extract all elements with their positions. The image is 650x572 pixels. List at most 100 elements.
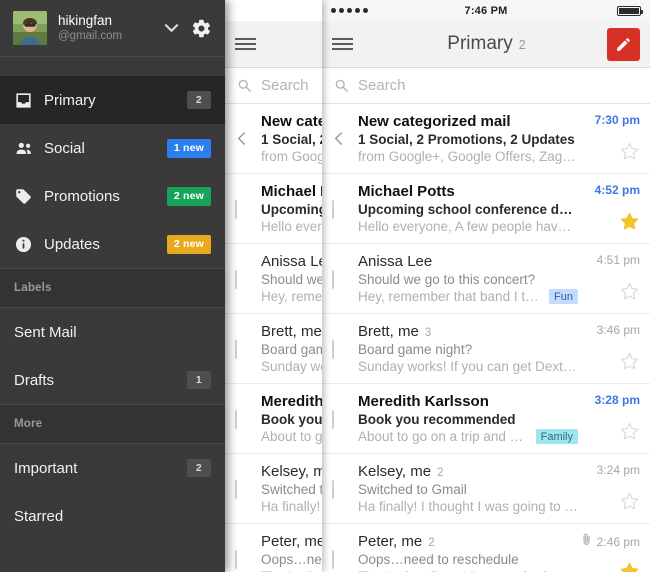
- row-checkbox-underlay[interactable]: [235, 480, 237, 499]
- star-button[interactable]: [619, 491, 640, 512]
- email-row-underlay[interactable]: Anissa Lee Should we go to this concert? H…: [225, 244, 322, 314]
- sidebar-item-drafts[interactable]: Drafts 1: [0, 356, 225, 404]
- email-snippet-underlay: from Google+, Google Offers, Zagat, Goog…: [261, 149, 322, 164]
- row-trailing: 4:51 pm: [582, 253, 640, 313]
- row-content: Peter, me2Oops…need to rescheduleThat's …: [358, 533, 582, 572]
- row-checkbox-underlay[interactable]: [235, 340, 237, 359]
- row-content-underlay: Kelsey, me2Switched to GmailHa finally! …: [261, 463, 322, 523]
- email-subject: Book you recommended: [358, 412, 516, 427]
- email-sender-underlay: Peter, me: [261, 533, 322, 550]
- row-checkbox[interactable]: [332, 340, 334, 359]
- row-checkbox[interactable]: [332, 410, 334, 429]
- row-checkbox[interactable]: [332, 200, 334, 219]
- people-icon: [14, 139, 44, 158]
- account-name: hikingfan: [58, 13, 113, 29]
- sidebar-item-sent-mail[interactable]: Sent Mail: [0, 308, 225, 356]
- sidebar-item-promotions[interactable]: Promotions 2 new: [0, 172, 225, 220]
- row-content: Kelsey, me 2 Switched to Gmail Ha finally! …: [358, 463, 582, 523]
- email-row[interactable]: Kelsey, me 2 Switched to Gmail Ha finally! …: [322, 454, 650, 524]
- email-sender: Peter, me: [358, 533, 423, 550]
- email-time: 2:46 pm: [596, 535, 640, 549]
- row-checkbox-underlay[interactable]: [235, 270, 237, 289]
- star-button[interactable]: [619, 421, 640, 442]
- row-content-underlay: Meredith Karlsson Book you recommended Abo…: [261, 393, 322, 453]
- email-sender: New categorized mail: [358, 113, 511, 130]
- row-leading-underlay: [235, 113, 261, 173]
- star-button[interactable]: [619, 141, 640, 162]
- sidebar-item-important[interactable]: Important 2: [0, 444, 225, 492]
- row-leading: [332, 253, 358, 313]
- email-row-underlay[interactable]: Peter, me2Oops…need to rescheduleThat's …: [225, 524, 322, 572]
- row-leading-underlay: [235, 393, 261, 453]
- sidebar-item-primary-badge: 2: [186, 91, 211, 109]
- search-bar-underlay[interactable]: Search: [225, 68, 322, 104]
- email-sender: Brett, me: [358, 323, 419, 340]
- email-row[interactable]: Peter, me2Oops…need to rescheduleThat's …: [322, 524, 650, 572]
- row-content: Michael Potts Upcoming school conference …: [358, 183, 582, 243]
- status-bar-time: 7:46 PM: [464, 4, 508, 17]
- row-content-underlay: Brett, me3Board game night?Sunday works!…: [261, 323, 322, 383]
- sidebar-item-primary[interactable]: Primary 2: [0, 76, 225, 124]
- row-checkbox-underlay[interactable]: [235, 410, 237, 429]
- star-button[interactable]: [619, 211, 640, 232]
- email-row-underlay[interactable]: Meredith Karlsson Book you recommended Abo…: [225, 384, 322, 454]
- email-row[interactable]: Meredith Karlsson Book you recommended Abo…: [322, 384, 650, 454]
- email-snippet: Hey, remember that band I talked about? …: [358, 289, 544, 304]
- sidebar-item-label: Social: [44, 139, 85, 157]
- row-leading: [332, 323, 358, 383]
- row-checkbox[interactable]: [332, 550, 334, 569]
- row-leading: [332, 113, 358, 173]
- row-checkbox-underlay[interactable]: [235, 200, 237, 219]
- signal-dot: [331, 8, 336, 13]
- row-checkbox[interactable]: [332, 480, 334, 499]
- sidebar-item-starred[interactable]: Starred: [0, 492, 225, 540]
- star-icon: [620, 562, 639, 572]
- email-snippet-underlay: Sunday works! If you can get Dexter and …: [261, 359, 322, 374]
- compose-button[interactable]: [607, 27, 640, 61]
- email-snippet: Ha finally! I thought I was going to hav…: [358, 499, 578, 514]
- row-leading: [332, 533, 358, 572]
- star-button[interactable]: [619, 351, 640, 372]
- label-chip[interactable]: Fun: [549, 289, 578, 304]
- email-row[interactable]: Michael Potts Upcoming school conference …: [322, 174, 650, 244]
- mail-list-panel: 7:46 PM Primary 2 Search New categorized…: [322, 0, 650, 572]
- email-subject: Should we go to this concert?: [358, 272, 536, 287]
- chevron-left-icon-underlay[interactable]: [235, 132, 248, 150]
- email-row-underlay[interactable]: Michael Potts Upcoming school conference …: [225, 174, 322, 244]
- settings-button[interactable]: [182, 18, 212, 39]
- email-sender: Meredith Karlsson: [358, 393, 489, 410]
- account-header[interactable]: hikingfan @gmail.com: [0, 0, 225, 57]
- label-chip[interactable]: Family: [535, 429, 578, 444]
- info-circle-icon: [14, 235, 44, 254]
- chevron-left-icon[interactable]: [332, 132, 345, 150]
- star-button[interactable]: [619, 281, 640, 302]
- sidebar-item-social[interactable]: Social 1 new: [0, 124, 225, 172]
- email-row[interactable]: Brett, me 3 Board game night? Sunday works!…: [322, 314, 650, 384]
- account-switcher-button[interactable]: [160, 23, 182, 33]
- avatar[interactable]: [13, 11, 47, 45]
- sidebar-item-label: Starred: [14, 507, 64, 525]
- row-checkbox[interactable]: [332, 270, 334, 289]
- row-checkbox-underlay[interactable]: [235, 550, 237, 569]
- search-input-underlay[interactable]: Search: [261, 77, 309, 94]
- hamburger-menu-icon[interactable]: [332, 35, 366, 53]
- email-row-underlay[interactable]: Brett, me3Board game night?Sunday works!…: [225, 314, 322, 384]
- people-icon: [16, 142, 31, 154]
- labels-list: Sent Mail Drafts 1: [0, 308, 225, 404]
- account-info: hikingfan @gmail.com: [58, 13, 160, 43]
- email-subject-underlay: Oops…need to reschedule: [261, 552, 322, 567]
- hamburger-menu-icon-underlay[interactable]: [235, 35, 269, 53]
- email-sender-underlay: Brett, me: [261, 323, 322, 340]
- row-leading-underlay: [235, 183, 261, 243]
- search-bar[interactable]: Search: [322, 68, 650, 104]
- email-subject: 1 Social, 2 Promotions, 2 Updates: [358, 132, 575, 147]
- email-sender-underlay: Kelsey, me: [261, 463, 322, 480]
- star-button[interactable]: [619, 561, 640, 572]
- search-input[interactable]: Search: [358, 77, 406, 94]
- email-row[interactable]: New categorized mail 1 Social, 2 Promotio…: [322, 104, 650, 174]
- sidebar-item-updates[interactable]: Updates 2 new: [0, 220, 225, 268]
- email-row-underlay[interactable]: Kelsey, me2Switched to GmailHa finally! …: [225, 454, 322, 524]
- email-row-underlay[interactable]: New categorized mail 1 Social, 2 Promotio…: [225, 104, 322, 174]
- email-snippet-underlay: Ha finally! I thought I was going to hav…: [261, 499, 322, 514]
- email-row[interactable]: Anissa Lee Should we go to this concert? H…: [322, 244, 650, 314]
